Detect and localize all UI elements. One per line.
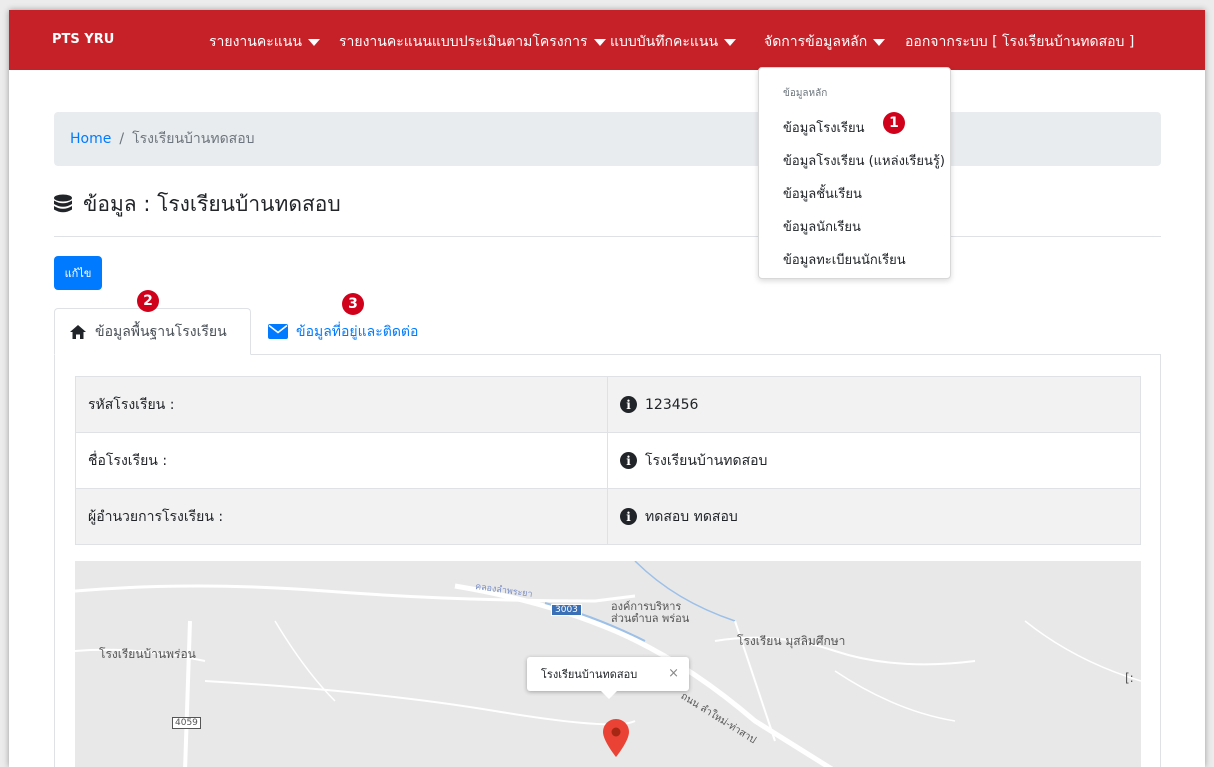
nav-master-data[interactable]: จัดการข้อมูลหลัก xyxy=(764,31,886,53)
nav-label: รายงานคะแนนแบบประเมินตามโครงการ xyxy=(339,34,588,50)
master-data-dropdown: ข้อมูลหลัก ข้อมูลโรงเรียน ข้อมูลโรงเรียน… xyxy=(758,67,951,279)
envelope-icon xyxy=(268,324,288,339)
caret-down-icon xyxy=(873,38,886,46)
brand-link[interactable]: PTS YRU xyxy=(52,32,114,47)
table-row: ผู้อำนวยการโรงเรียน : i ทดสอบ ทดสอบ xyxy=(75,488,1141,545)
browser-page: PTS YRU รายงานคะแนน รายงานคะแนนแบบประเมิ… xyxy=(9,10,1205,767)
caret-down-icon xyxy=(307,38,320,46)
row-value: โรงเรียนบ้านทดสอบ xyxy=(645,452,768,469)
row-value-cell: i โรงเรียนบ้านทดสอบ xyxy=(607,432,1141,489)
nav-project-report[interactable]: รายงานคะแนนแบบประเมินตามโครงการ xyxy=(339,31,606,53)
dropdown-item-student-register[interactable]: ข้อมูลทะเบียนนักเรียน xyxy=(783,249,906,270)
breadcrumb-current: โรงเรียนบ้านทดสอบ xyxy=(132,131,255,147)
edit-button[interactable]: แก้ไข xyxy=(54,256,102,290)
table-row: รหัสโรงเรียน : i 123456 xyxy=(75,376,1141,433)
map-info-popup: โรงเรียนบ้านทดสอบ × xyxy=(527,657,689,699)
info-icon: i xyxy=(620,508,637,525)
row-value-cell: i 123456 xyxy=(607,376,1141,433)
table-row: ชื่อโรงเรียน : i โรงเรียนบ้านทดสอบ xyxy=(75,432,1141,489)
row-label: ชื่อโรงเรียน : xyxy=(75,432,608,489)
nav-logout[interactable]: ออกจากระบบ [ โรงเรียนบ้านทดสอบ ] xyxy=(905,31,1134,53)
title-divider xyxy=(54,236,1161,237)
breadcrumb: Home / โรงเรียนบ้านทดสอบ xyxy=(54,112,1161,166)
nav-score-report[interactable]: รายงานคะแนน xyxy=(209,31,320,53)
database-icon xyxy=(54,194,72,212)
breadcrumb-separator: / xyxy=(119,131,125,147)
info-icon: i xyxy=(620,452,637,469)
row-value: ทดสอบ ทดสอบ xyxy=(645,508,738,525)
row-label: ผู้อำนวยการโรงเรียน : xyxy=(75,488,608,545)
map-edge-label: [: xyxy=(1125,671,1134,685)
breadcrumb-home-link[interactable]: Home xyxy=(70,131,111,147)
map-road-shield: 3003 xyxy=(551,604,582,616)
tab-label: ข้อมูลพื้นฐานโรงเรียน xyxy=(95,323,227,340)
school-map[interactable]: คลองลำพระยา 3003 องค์การบริหาร ส่วนตำบล … xyxy=(75,561,1141,767)
map-poi-school-phron: โรงเรียนบ้านพร่อน xyxy=(99,647,196,661)
dropdown-item-school[interactable]: ข้อมูลโรงเรียน xyxy=(783,117,864,138)
home-icon xyxy=(70,324,86,339)
popup-tip xyxy=(601,691,617,699)
tab-label: ข้อมูลที่อยู่และติดต่อ xyxy=(296,323,419,340)
page-title-text: ข้อมูล : โรงเรียนบ้านทดสอบ xyxy=(83,192,341,216)
row-value-cell: i ทดสอบ ทดสอบ xyxy=(607,488,1141,545)
map-pin-icon xyxy=(603,719,629,757)
row-label: รหัสโรงเรียน : xyxy=(75,376,608,433)
caret-down-icon xyxy=(593,38,606,46)
top-navbar: PTS YRU รายงานคะแนน รายงานคะแนนแบบประเมิ… xyxy=(9,10,1205,70)
map-poi-tambon: องค์การบริหาร ส่วนตำบล พร่อน xyxy=(611,600,690,625)
annotation-badge-1: 1 xyxy=(883,112,905,134)
dropdown-item-class[interactable]: ข้อมูลชั้นเรียน xyxy=(783,183,862,204)
nav-score-form[interactable]: แบบบันทึกคะแนน xyxy=(610,31,737,53)
annotation-badge-2: 2 xyxy=(137,290,159,312)
nav-label: แบบบันทึกคะแนน xyxy=(610,34,719,50)
annotation-badge-3: 3 xyxy=(342,293,364,315)
caret-down-icon xyxy=(724,38,737,46)
info-icon: i xyxy=(620,396,637,413)
row-value: 123456 xyxy=(645,396,699,413)
school-info-table: รหัสโรงเรียน : i 123456 ชื่อโรงเรียน : iโ… xyxy=(75,376,1141,545)
page-title: ข้อมูล : โรงเรียนบ้านทดสอบ xyxy=(53,188,341,221)
tab-basic-info[interactable]: ข้อมูลพื้นฐานโรงเรียน xyxy=(54,308,251,355)
map-popup-title: โรงเรียนบ้านทดสอบ xyxy=(541,668,638,681)
nav-label: จัดการข้อมูลหลัก xyxy=(764,34,868,50)
map-poi-school-muslim: โรงเรียน มุสลิมศึกษา xyxy=(737,634,846,648)
popup-close-icon[interactable]: × xyxy=(668,666,679,681)
tab-address-contact[interactable]: ข้อมูลที่อยู่และติดต่อ xyxy=(254,308,432,355)
dropdown-item-school-learning[interactable]: ข้อมูลโรงเรียน (แหล่งเรียนรู้) xyxy=(783,150,945,171)
dropdown-item-student[interactable]: ข้อมูลนักเรียน xyxy=(783,216,861,237)
nav-label: รายงานคะแนน xyxy=(209,34,302,50)
dropdown-header: ข้อมูลหลัก xyxy=(783,88,828,99)
map-road-4059: 4059 xyxy=(172,717,201,729)
